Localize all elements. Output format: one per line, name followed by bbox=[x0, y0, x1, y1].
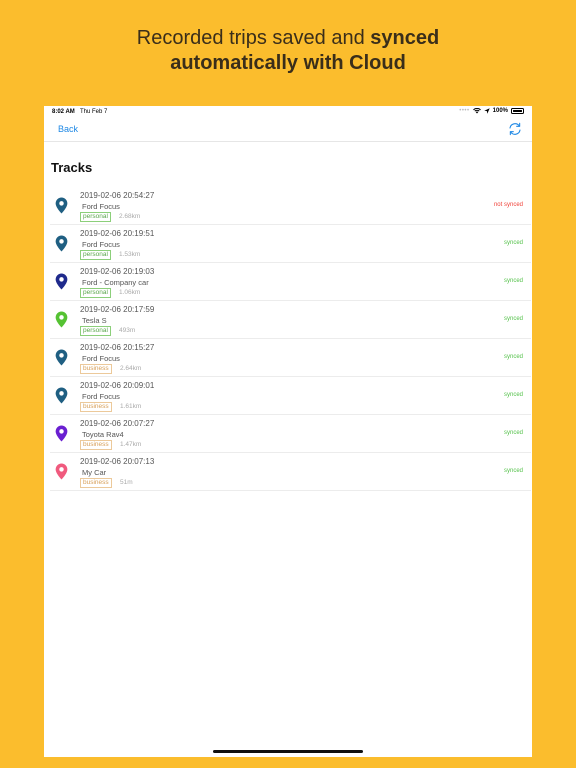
sync-status-badge: synced bbox=[503, 316, 523, 322]
track-distance: 1.53km bbox=[119, 251, 141, 258]
battery-percent: 100% bbox=[492, 108, 508, 114]
track-distance: 1.47km bbox=[120, 441, 142, 448]
track-car: Tesla S bbox=[82, 316, 107, 325]
track-tag-badge: business bbox=[80, 440, 112, 450]
location-arrow-icon bbox=[483, 108, 490, 114]
track-datetime: 2019-02-06 20:17:59 bbox=[80, 305, 155, 314]
map-pin-icon bbox=[55, 349, 68, 366]
map-pin-icon bbox=[55, 273, 68, 290]
track-distance: 2.64km bbox=[120, 365, 142, 372]
track-tag-badge: business bbox=[80, 364, 112, 374]
track-tag-badge: business bbox=[80, 478, 112, 488]
track-datetime: 2019-02-06 20:19:03 bbox=[80, 267, 155, 276]
track-row[interactable]: 2019-02-06 20:07:13 My Car business 51m … bbox=[50, 453, 531, 491]
back-button[interactable]: Back bbox=[58, 124, 78, 134]
map-pin-icon bbox=[55, 387, 68, 404]
promo-headline: Recorded trips saved and synced automati… bbox=[0, 26, 576, 76]
track-tag-badge: personal bbox=[80, 326, 111, 336]
track-car: Ford Focus bbox=[82, 354, 120, 363]
promo-line-1: Recorded trips saved and synced bbox=[0, 26, 576, 51]
page-title: Tracks bbox=[51, 160, 93, 175]
status-date: Thu Feb 7 bbox=[80, 109, 108, 115]
battery-icon bbox=[511, 108, 524, 114]
track-datetime: 2019-02-06 20:19:51 bbox=[80, 229, 155, 238]
sync-status-badge: synced bbox=[503, 354, 523, 360]
sync-status-badge: synced bbox=[503, 240, 523, 246]
map-pin-icon bbox=[55, 311, 68, 328]
track-car: Ford Focus bbox=[82, 240, 120, 249]
status-right: •••• 100% bbox=[459, 108, 524, 114]
track-distance: 1.61km bbox=[120, 403, 142, 410]
tracks-list: 2019-02-06 20:54:27 Ford Focus personal … bbox=[50, 187, 531, 491]
map-pin-icon bbox=[55, 463, 68, 480]
track-tag-badge: personal bbox=[80, 250, 111, 260]
track-row[interactable]: 2019-02-06 20:19:03 Ford - Company car p… bbox=[50, 263, 531, 301]
track-tag-badge: personal bbox=[80, 212, 111, 222]
track-tag-badge: business bbox=[80, 402, 112, 412]
track-row[interactable]: 2019-02-06 20:09:01 Ford Focus business … bbox=[50, 377, 531, 415]
track-row[interactable]: 2019-02-06 20:07:27 Toyota Rav4 business… bbox=[50, 415, 531, 453]
promo-line-2: automatically with Cloud bbox=[170, 52, 406, 74]
track-distance: 2.68km bbox=[119, 213, 141, 220]
signal-dots-icon: •••• bbox=[459, 108, 470, 114]
track-distance: 1.06km bbox=[119, 289, 141, 296]
track-datetime: 2019-02-06 20:07:13 bbox=[80, 457, 155, 466]
map-pin-icon bbox=[55, 235, 68, 252]
sync-status-badge: synced bbox=[503, 430, 523, 436]
track-car: Ford Focus bbox=[82, 202, 120, 211]
promo-line-1-bold: synced bbox=[370, 27, 440, 49]
track-datetime: 2019-02-06 20:15:27 bbox=[80, 343, 155, 352]
track-datetime: 2019-02-06 20:07:27 bbox=[80, 419, 155, 428]
home-indicator[interactable] bbox=[213, 750, 363, 753]
status-bar: 8:02 AM Thu Feb 7 •••• 100% bbox=[44, 106, 532, 118]
track-tag-badge: personal bbox=[80, 288, 111, 298]
sync-status-badge: synced bbox=[503, 278, 523, 284]
status-time: 8:02 AM bbox=[52, 109, 75, 115]
navigation-bar: Back bbox=[44, 118, 532, 142]
track-datetime: 2019-02-06 20:09:01 bbox=[80, 381, 155, 390]
track-row[interactable]: 2019-02-06 20:15:27 Ford Focus business … bbox=[50, 339, 531, 377]
track-car: Ford Focus bbox=[82, 392, 120, 401]
sync-status-badge: not synced bbox=[493, 202, 523, 208]
track-distance: 493m bbox=[119, 327, 136, 334]
device-screen: 8:02 AM Thu Feb 7 •••• 100% Back Tracks bbox=[44, 106, 532, 757]
map-pin-icon bbox=[55, 197, 68, 214]
sync-status-badge: synced bbox=[503, 392, 523, 398]
track-row[interactable]: 2019-02-06 20:17:59 Tesla S personal 493… bbox=[50, 301, 531, 339]
wifi-icon bbox=[472, 108, 481, 114]
track-datetime: 2019-02-06 20:54:27 bbox=[80, 191, 155, 200]
track-car: My Car bbox=[82, 468, 107, 477]
promo-line-1-text: Recorded trips saved and bbox=[136, 27, 371, 49]
track-row[interactable]: 2019-02-06 20:19:51 Ford Focus personal … bbox=[50, 225, 531, 263]
refresh-icon[interactable] bbox=[507, 121, 523, 137]
track-car: Toyota Rav4 bbox=[82, 430, 124, 439]
track-car: Ford - Company car bbox=[82, 278, 149, 287]
sync-status-badge: synced bbox=[503, 468, 523, 474]
track-distance: 51m bbox=[120, 479, 133, 486]
track-row[interactable]: 2019-02-06 20:54:27 Ford Focus personal … bbox=[50, 187, 531, 225]
map-pin-icon bbox=[55, 425, 68, 442]
